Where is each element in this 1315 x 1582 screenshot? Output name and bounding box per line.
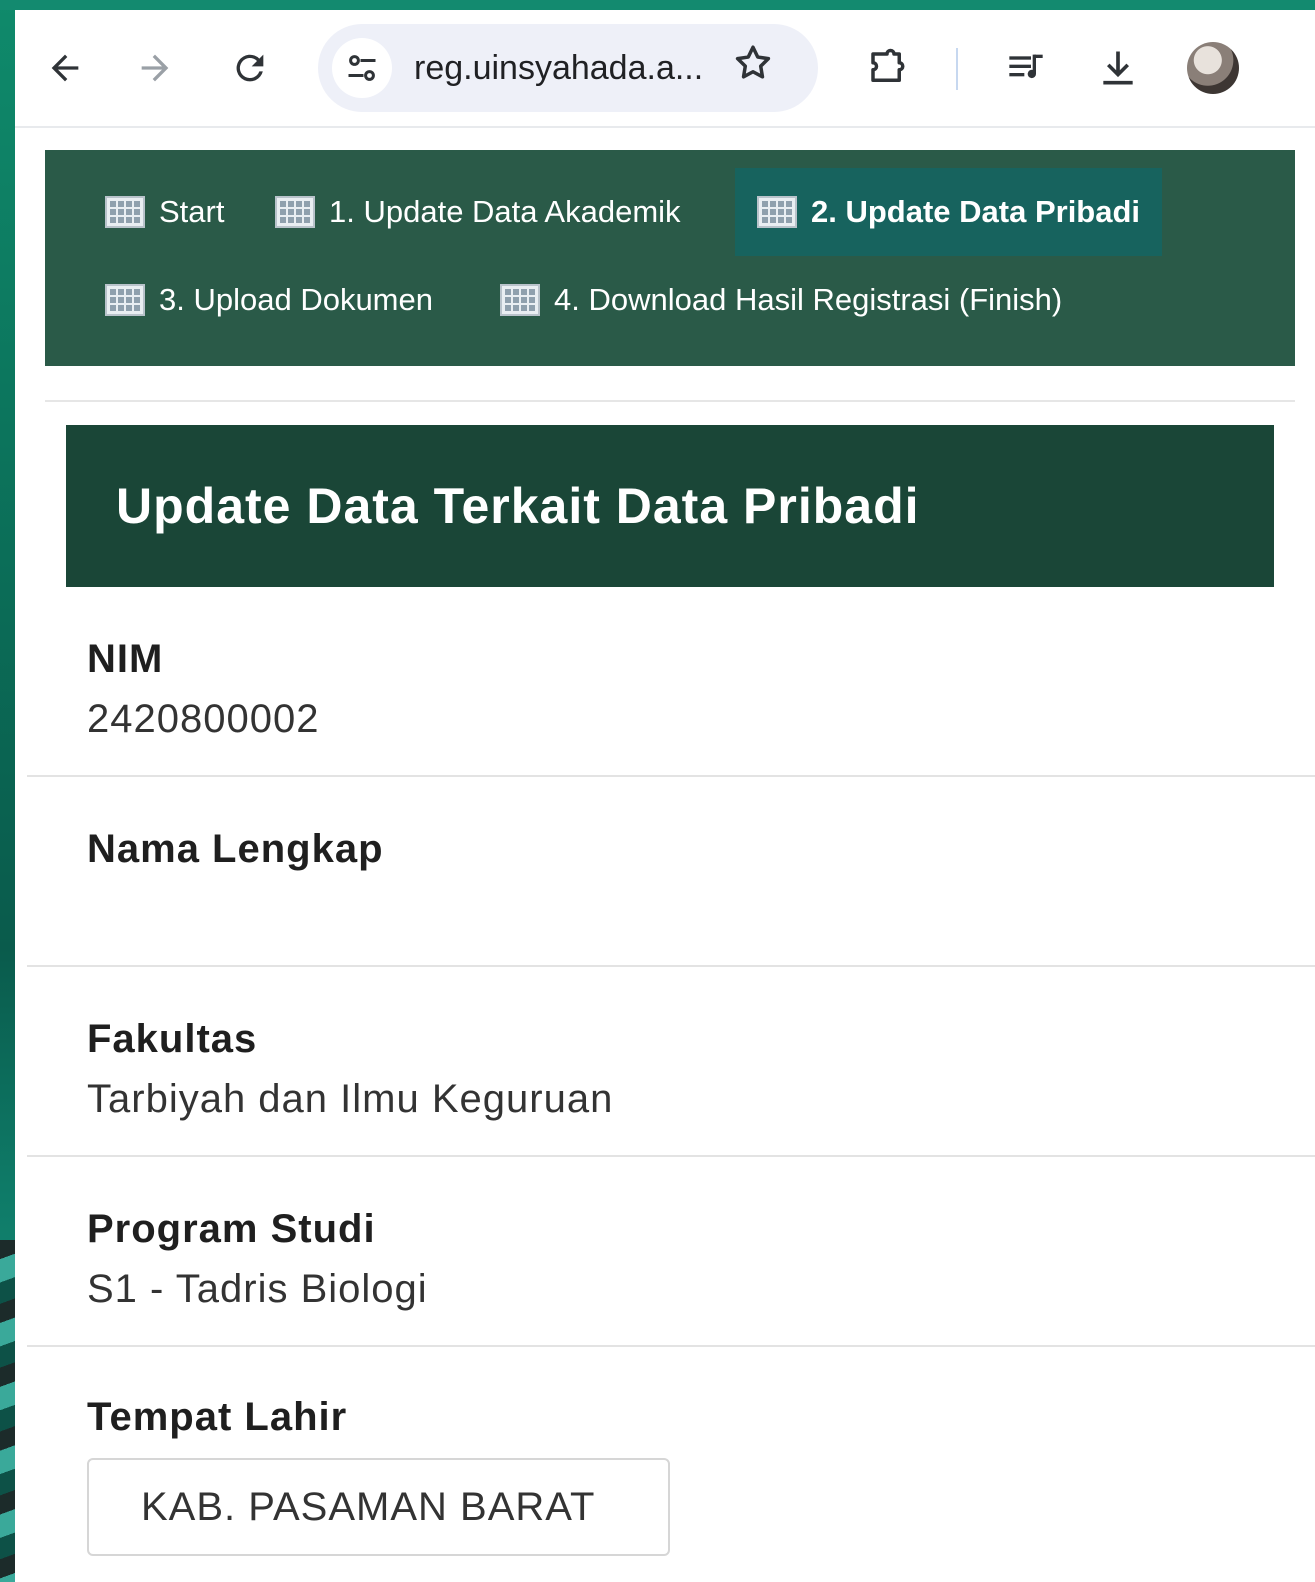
- back-button[interactable]: [35, 40, 95, 96]
- arrow-right-icon: [141, 54, 169, 82]
- step-label: 3. Upload Dokumen: [159, 282, 433, 317]
- url-text[interactable]: reg.uinsyahada.a...: [414, 49, 703, 88]
- media-queue-icon: [1009, 54, 1043, 79]
- table-icon: [105, 284, 145, 316]
- browser-toolbar: reg.uinsyahada.a... ⋮: [15, 10, 1315, 128]
- registration-steps-nav: Start 1. Update Data Akademik 2. Update …: [45, 150, 1295, 366]
- address-bar[interactable]: reg.uinsyahada.a...: [318, 24, 818, 112]
- toolbar-divider: [956, 48, 958, 90]
- table-icon: [757, 196, 797, 228]
- reload-button[interactable]: [220, 40, 280, 96]
- media-button[interactable]: [996, 40, 1056, 96]
- tempat-lahir-input[interactable]: [87, 1458, 670, 1556]
- field-nama-lengkap: Nama Lengkap: [27, 777, 1315, 967]
- profile-avatar[interactable]: [1187, 42, 1239, 94]
- step-label: Start: [159, 194, 225, 229]
- program-studi-value: S1 - Tadris Biologi: [87, 1267, 428, 1311]
- arrow-left-icon: [51, 54, 79, 82]
- puzzle-icon: [871, 48, 905, 82]
- download-icon: [1103, 51, 1133, 85]
- step-update-data-akademik[interactable]: 1. Update Data Akademik: [275, 168, 681, 256]
- browser-menu-button[interactable]: ⋮: [1303, 42, 1315, 90]
- nim-value: 2420800002: [87, 697, 320, 741]
- table-icon: [275, 196, 315, 228]
- star-icon: [735, 45, 771, 79]
- site-info-button[interactable]: [332, 38, 392, 98]
- page-title: Update Data Terkait Data Pribadi: [116, 478, 920, 534]
- fakultas-value: Tarbiyah dan Ilmu Keguruan: [87, 1077, 614, 1121]
- field-program-studi: Program Studi S1 - Tadris Biologi: [27, 1157, 1315, 1347]
- step-update-data-pribadi[interactable]: 2. Update Data Pribadi: [735, 168, 1163, 256]
- browser-window: reg.uinsyahada.a... ⋮ Star: [15, 10, 1315, 1582]
- program-studi-label: Program Studi: [87, 1207, 376, 1251]
- reload-icon: [236, 54, 264, 82]
- nim-label: NIM: [87, 637, 164, 681]
- desktop-wallpaper-pattern: [0, 1240, 15, 1582]
- tempat-lahir-label: Tempat Lahir: [87, 1395, 348, 1439]
- step-download-hasil-registrasi[interactable]: 4. Download Hasil Registrasi (Finish): [500, 256, 1062, 344]
- tune-icon: [348, 55, 376, 81]
- downloads-button[interactable]: [1088, 40, 1148, 96]
- step-label: 1. Update Data Akademik: [329, 194, 681, 229]
- fakultas-label: Fakultas: [87, 1017, 258, 1061]
- field-nim: NIM 2420800002: [27, 587, 1315, 777]
- table-icon: [500, 284, 540, 316]
- section-header: Update Data Terkait Data Pribadi: [66, 425, 1274, 587]
- field-fakultas: Fakultas Tarbiyah dan Ilmu Keguruan: [27, 967, 1315, 1157]
- table-icon: [105, 196, 145, 228]
- forward-button[interactable]: [125, 40, 185, 96]
- bookmark-button[interactable]: [732, 42, 774, 94]
- nama-lengkap-label: Nama Lengkap: [87, 827, 384, 871]
- desktop-wallpaper-top: [0, 0, 1315, 10]
- step-upload-dokumen[interactable]: 3. Upload Dokumen: [105, 256, 433, 344]
- step-label: 2. Update Data Pribadi: [811, 194, 1141, 229]
- divider: [45, 400, 1295, 402]
- step-label: 4. Download Hasil Registrasi (Finish): [554, 282, 1063, 317]
- step-start[interactable]: Start: [105, 168, 224, 256]
- extensions-button[interactable]: [857, 40, 917, 96]
